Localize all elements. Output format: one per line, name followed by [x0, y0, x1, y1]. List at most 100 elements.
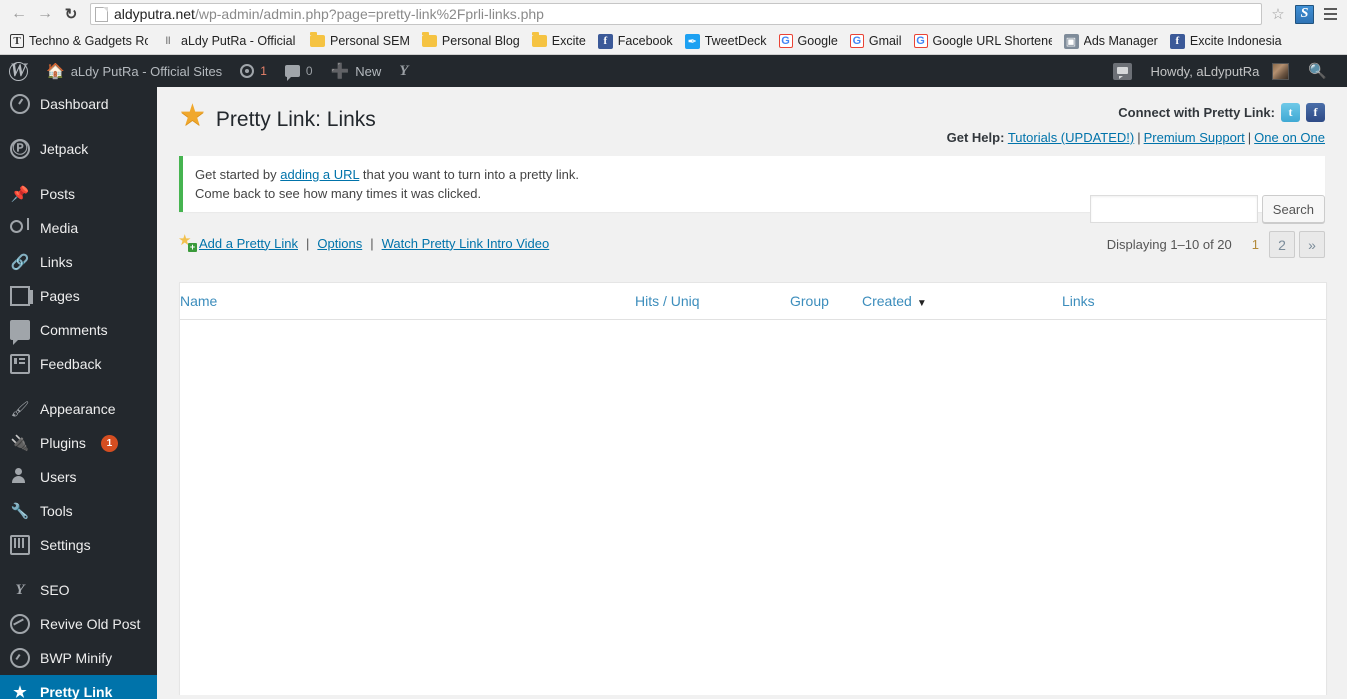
hamburger-menu-icon[interactable] [1319, 2, 1341, 26]
bookmark-item[interactable]: ✒ TweetDeck [679, 31, 773, 52]
bookmark-label: Google [797, 34, 838, 48]
bookmark-item[interactable]: G Gmail [844, 31, 908, 52]
sidebar-item-users[interactable]: Users [0, 460, 157, 494]
bookmark-item[interactable]: Personal Blog [416, 31, 526, 52]
bookmark-label: Excite [551, 34, 586, 48]
bookmark-item[interactable]: G Google [773, 31, 844, 52]
forward-arrow-icon[interactable]: → [32, 1, 58, 27]
options-link[interactable]: Options [317, 236, 362, 251]
sidebar-separator [0, 166, 157, 177]
sidebar-item-pretty-link[interactable]: ★ Pretty Link [0, 675, 165, 699]
dashboard-icon [10, 94, 30, 114]
bookmark-label: aLdy PutRa - Official S [181, 34, 298, 48]
sidebar-item-feedback[interactable]: Feedback [0, 347, 157, 381]
pagination-count: Displaying 1–10 of 20 [1106, 237, 1232, 252]
column-header-name[interactable]: Name [180, 283, 635, 320]
sidebar-item-jetpack[interactable]: Ⓟ Jetpack [0, 132, 157, 166]
column-header-created[interactable]: Created ▼ [862, 283, 1062, 320]
jetpack-icon: Ⓟ [10, 139, 30, 159]
bookmark-item[interactable]: T Techno & Gadgets Ro [4, 31, 154, 52]
empty-table-body-row [180, 319, 1326, 649]
bookmark-item[interactable]: Personal SEM [304, 31, 416, 52]
help-link-premium-support[interactable]: Premium Support [1144, 130, 1245, 145]
bookmark-item[interactable]: ǀǀ aLdy PutRa - Official S [154, 31, 304, 52]
column-header-label[interactable]: Hits / Uniq [635, 293, 700, 309]
facebook-icon[interactable]: f [1306, 103, 1325, 122]
column-header-links[interactable]: Links [1062, 283, 1326, 320]
twitter-icon[interactable]: t [1281, 103, 1300, 122]
search-input[interactable] [1089, 195, 1258, 223]
sidebar-item-pages[interactable]: Pages [0, 279, 157, 313]
get-help-label: Get Help: [946, 130, 1005, 145]
howdy-menu[interactable]: Howdy, aLdyputRa [1141, 55, 1298, 87]
pagination-next-page[interactable]: 2 [1269, 231, 1295, 258]
comments-icon [10, 320, 30, 345]
sidebar-item-dashboard[interactable]: Dashboard [0, 87, 157, 121]
new-content-menu[interactable]: ➕ New [322, 55, 391, 87]
sidebar-item-label: Links [40, 254, 73, 270]
bookmark-item[interactable]: ▣ Ads Manager [1058, 31, 1164, 52]
star-plus-icon: ★ + [178, 232, 197, 252]
links-table-container: Name Hits / Uniq Group Created ▼ Links [179, 282, 1327, 695]
wrench-icon: 🔧 [10, 502, 30, 520]
bookmark-item[interactable]: Excite [526, 31, 592, 52]
sidebar-separator [0, 121, 157, 132]
sidebar-item-links[interactable]: 🔗 Links [0, 245, 157, 279]
sidebar-item-appearance[interactable]: 🖌 Appearance [0, 392, 157, 426]
main-content: ★ Pretty Link: Links Connect with Pretty… [157, 87, 1347, 695]
sidebar-item-bwp-minify[interactable]: BWP Minify [0, 641, 157, 675]
bookmark-label: TweetDeck [704, 34, 767, 48]
comments-menu[interactable]: 0 [276, 55, 322, 87]
sidebar-item-label: Tools [40, 503, 73, 519]
site-name-menu[interactable]: 🏠 aLdy PutRa - Official Sites [37, 55, 231, 87]
ads-manager-favicon: ▣ [1063, 33, 1079, 49]
url-path: /wp-admin/admin.php?page=pretty-link%2Fp… [194, 6, 544, 22]
help-link-tutorials[interactable]: Tutorials (UPDATED!) [1008, 130, 1134, 145]
media-icon [10, 218, 30, 238]
bookmark-item[interactable]: f Facebook [592, 31, 679, 52]
sidebar-item-settings[interactable]: Settings [0, 528, 157, 562]
sidebar-item-seo[interactable]: Y SEO [0, 573, 157, 607]
notice-text-post: that you want to turn into a pretty link… [359, 167, 579, 182]
search-button[interactable]: Search [1261, 195, 1325, 223]
sidebar-item-plugins[interactable]: 🔌 Plugins 1 [0, 426, 157, 460]
column-header-label[interactable]: Links [1062, 293, 1095, 309]
bookmark-item[interactable]: f Excite Indonesia [1164, 31, 1288, 52]
connect-row: Connect with Pretty Link: t f [947, 103, 1325, 122]
bookmark-label: Facebook [617, 34, 673, 48]
sidebar-item-media[interactable]: Media [0, 211, 157, 245]
search-icon[interactable]: 🔍 [1298, 62, 1337, 80]
adding-a-url-link[interactable]: adding a URL [280, 167, 359, 182]
sidebar-item-posts[interactable]: 📌 Posts [0, 177, 157, 211]
column-header-label[interactable]: Name [180, 293, 217, 309]
help-link-one-on-one[interactable]: One on One [1254, 130, 1325, 145]
pagination-last-page[interactable]: » [1299, 231, 1325, 258]
jetpack-notification-icon[interactable] [1104, 55, 1141, 87]
sidebar-item-revive-old-post[interactable]: Revive Old Post [0, 607, 157, 641]
bookmark-item[interactable]: G Google URL Shortene [908, 31, 1058, 52]
pagination-current-page: 1 [1251, 237, 1259, 252]
reload-icon[interactable]: ↻ [58, 1, 84, 27]
wordpress-logo-icon[interactable]: W [0, 55, 37, 87]
extension-icon[interactable]: S [1295, 4, 1314, 24]
bookmark-label: Personal SEM [330, 34, 410, 48]
sidebar-item-tools[interactable]: 🔧 Tools [0, 494, 157, 528]
notice-line-1: Get started by adding a URL that you wan… [195, 165, 1313, 184]
watch-intro-video-link[interactable]: Watch Pretty Link Intro Video [382, 236, 550, 251]
column-header-label[interactable]: Created [862, 293, 912, 309]
back-arrow-icon[interactable]: ← [6, 1, 32, 27]
twitter-favicon: ✒ [684, 33, 700, 49]
links-table-header-row: Name Hits / Uniq Group Created ▼ Links [180, 283, 1326, 320]
sidebar-item-comments[interactable]: Comments [0, 313, 157, 347]
updates-menu[interactable]: 1 [231, 55, 276, 87]
column-header-hits[interactable]: Hits / Uniq [635, 283, 790, 320]
aldy-favicon: ǀǀ [165, 35, 171, 47]
column-header-group[interactable]: Group [790, 283, 862, 320]
add-a-pretty-link-button[interactable]: Add a Pretty Link [199, 236, 298, 251]
address-bar[interactable]: aldyputra.net/wp-admin/admin.php?page=pr… [90, 3, 1262, 25]
bookmark-star-icon[interactable]: ☆ [1266, 2, 1290, 26]
howdy-label: Howdy, aLdyputRa [1150, 63, 1260, 79]
yoast-seo-menu[interactable]: Y [390, 55, 417, 87]
column-header-label[interactable]: Group [790, 293, 829, 309]
site-name-label: aLdy PutRa - Official Sites [70, 63, 223, 79]
